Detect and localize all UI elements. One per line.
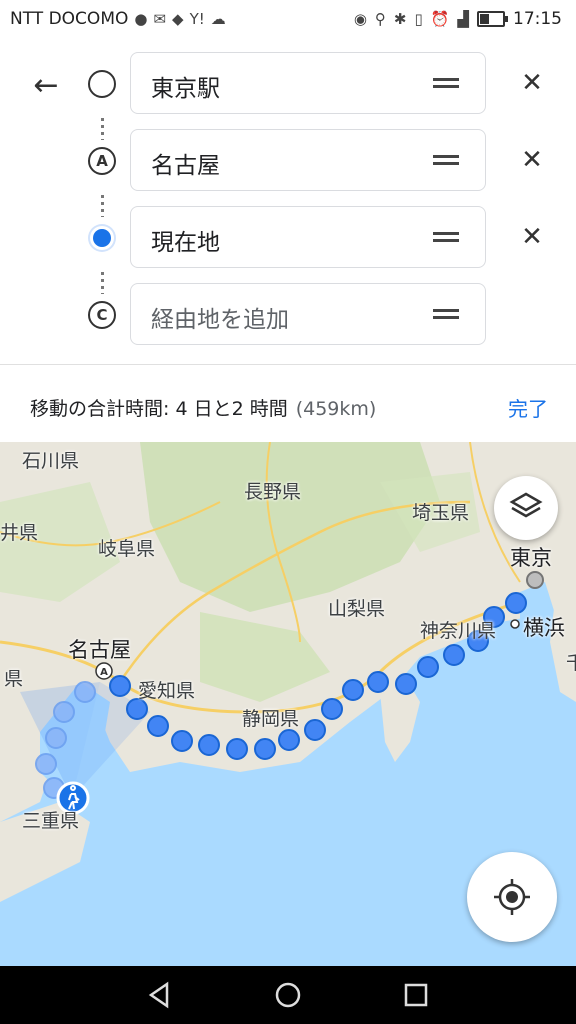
back-triangle-icon[interactable] [145,980,175,1010]
divider [0,364,576,365]
route-summary: 移動の合計時間: 4 日と2 時間 (459km) [30,394,376,421]
bluetooth-icon: ✱ [393,10,407,28]
map-label: 愛知県 [138,680,196,702]
clock: 17:15 [513,9,562,29]
remove-stop-button[interactable]: ✕ [517,66,547,100]
cloud-icon: ☁ [210,10,226,28]
vibrate-icon: ▯ [414,10,423,28]
home-circle-icon[interactable] [273,980,303,1010]
remove-stop-button[interactable]: ✕ [517,143,547,177]
total-distance: (459km) [295,398,377,420]
add-stop-placeholder: 経由地を追加 [151,307,289,333]
map-label: 横浜 [523,616,565,640]
drag-handle-icon[interactable] [433,309,459,319]
current-location-dot-icon [93,229,111,247]
map-label: 石川県 [22,450,80,472]
remove-stop-button[interactable]: ✕ [517,220,547,254]
map-label: 井県 [0,522,39,544]
drag-handle-icon[interactable] [433,232,459,242]
line-icon: ● [134,10,148,28]
map-label: 千 [566,652,576,674]
layers-icon [509,492,543,518]
recents-square-icon[interactable] [401,980,431,1010]
status-bar: NTT DOCOMO ● ✉ ◆ Y! ☁ ◉ ⚲ ✱ ▯ ⏰ ▟ 17:15 [0,0,576,38]
battery-icon [477,11,508,27]
map-label: 県 [4,668,24,690]
signal-icon: ▟ [457,10,469,28]
directions-panel: ← 東京駅 ✕ A 名古屋 ✕ 現在地 ✕ C 経由地を追加 移動の合計時間: … [0,38,576,442]
map-label: 山梨県 [328,598,386,620]
twitter-icon: ◆ [172,10,184,28]
my-location-button[interactable] [467,852,557,942]
location-icon: ⚲ [374,10,386,28]
map-label: 埼玉県 [412,502,470,524]
stop-a-field[interactable]: 名古屋 [130,129,486,191]
stop-a-icon: A [88,147,116,175]
layers-button[interactable] [494,476,558,540]
alarm-icon: ⏰ [430,10,450,28]
stop-a-text: 名古屋 [151,153,220,179]
stop-current-text: 現在地 [151,230,220,256]
origin-text: 東京駅 [151,76,220,102]
stop-c-icon: C [88,301,116,329]
mail-icon: ✉ [153,10,167,28]
drag-handle-icon[interactable] [433,155,459,165]
map-label: 東京 [510,546,552,570]
nfc-icon: ◉ [353,10,367,28]
map-view[interactable]: A 石川県 井県 岐阜県 長野県 埼玉県 東京 山梨県 神奈川県 横浜 名古屋 … [0,442,576,966]
map-label: 静岡県 [242,708,300,730]
svg-text:A: A [100,667,108,678]
stop-row-a: A 名古屋 ✕ [0,129,576,193]
carrier-label: NTT DOCOMO [10,9,129,29]
stop-row-origin: 東京駅 ✕ [0,52,576,116]
map-label: 名古屋 [68,638,131,662]
add-stop-field[interactable]: 経由地を追加 [130,283,486,345]
origin-circle-icon [88,70,116,98]
my-location-icon [494,879,530,915]
done-button[interactable]: 完了 [508,393,548,422]
origin-field[interactable]: 東京駅 [130,52,486,114]
stop-current-field[interactable]: 現在地 [130,206,486,268]
drag-handle-icon[interactable] [433,78,459,88]
yahoo-icon: Y! [189,10,205,28]
map-label: 長野県 [244,481,302,503]
map-label: 神奈川県 [420,620,497,642]
system-nav-bar [0,966,576,1024]
map-label: 三重県 [22,810,80,832]
total-time: 移動の合計時間: 4 日と2 時間 [30,398,288,420]
map-label: 岐阜県 [98,538,156,560]
stop-row-c: C 経由地を追加 [0,283,576,347]
stop-row-current: 現在地 ✕ [0,206,576,270]
